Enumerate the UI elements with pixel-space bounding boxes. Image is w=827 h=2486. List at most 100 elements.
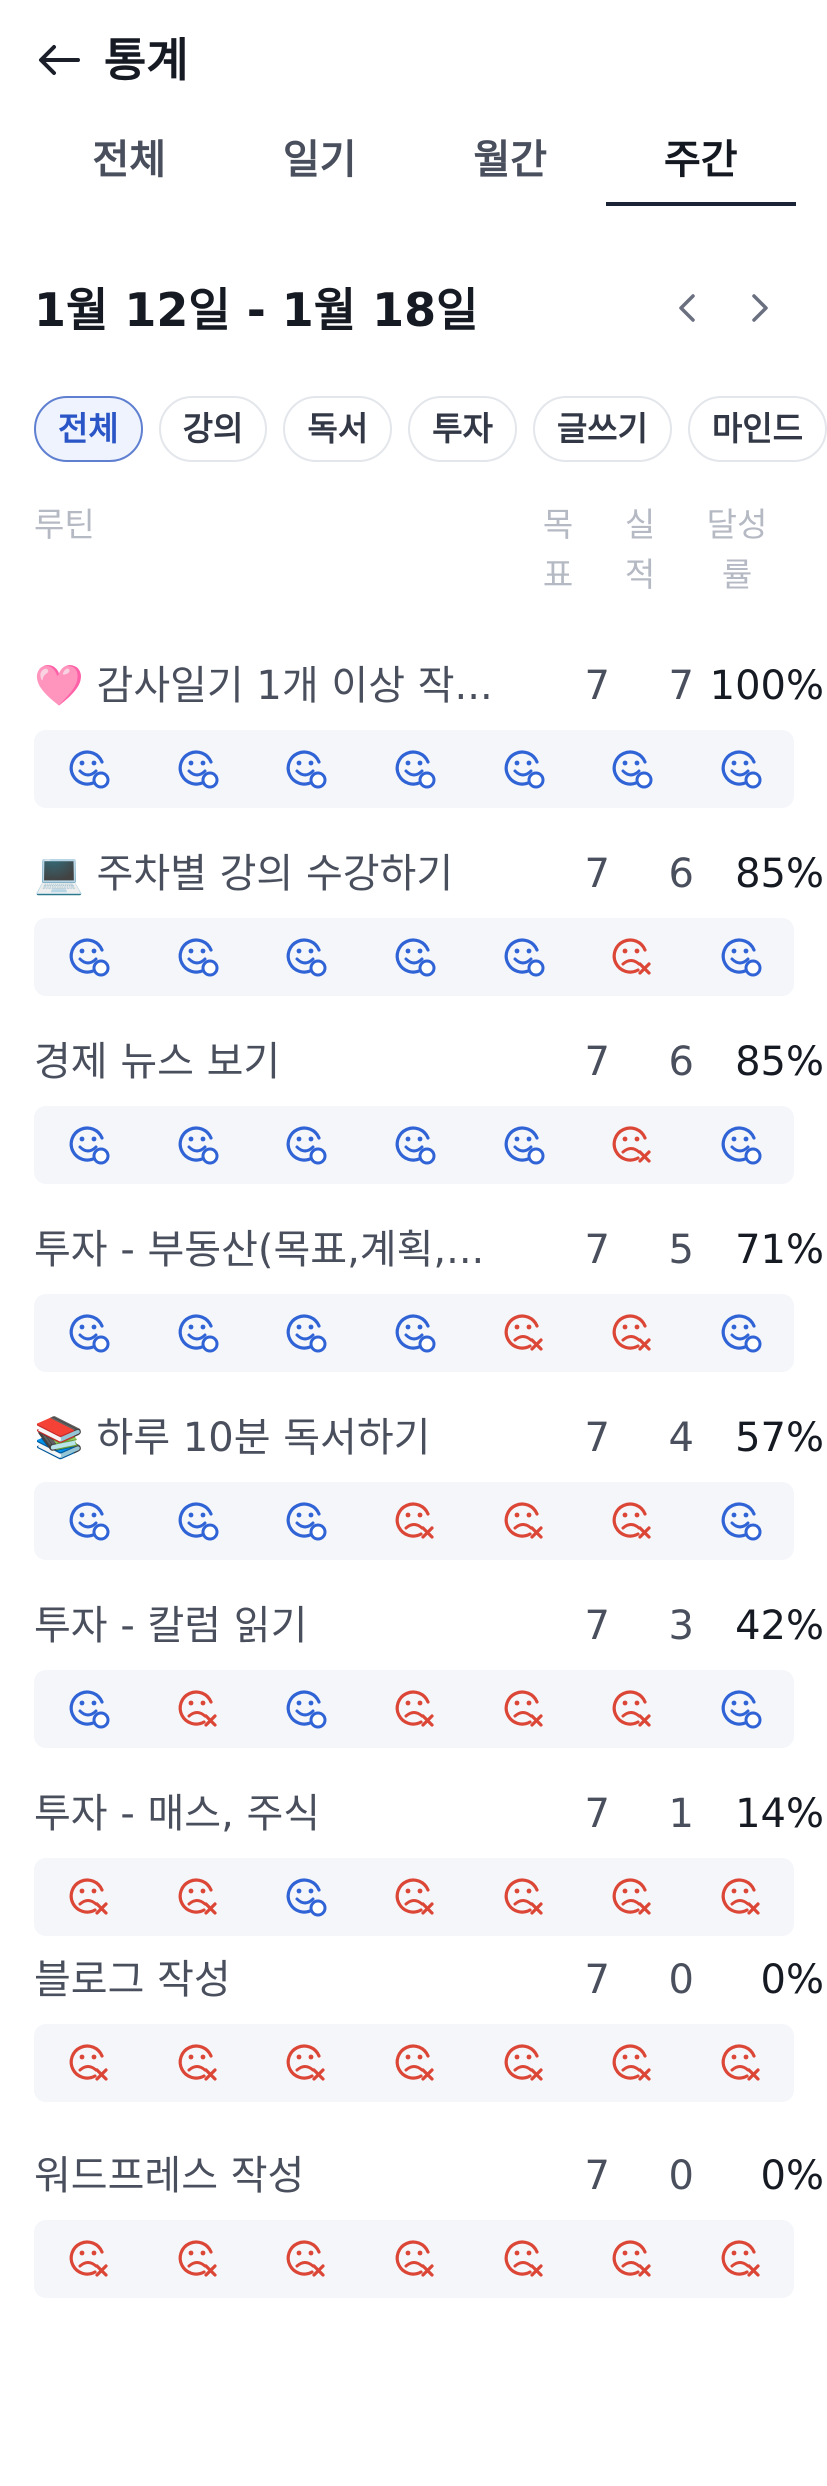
- smile-face-icon: [173, 1495, 221, 1547]
- smile-face-icon: [499, 931, 547, 983]
- sad-face-icon: [607, 931, 655, 983]
- routine-rate: 0%: [760, 1957, 824, 2003]
- routine-goal: 7: [584, 1227, 610, 1273]
- smile-face-icon: [173, 743, 221, 795]
- smile-face-icon: [716, 1683, 764, 1735]
- smile-face-icon: [64, 1495, 112, 1547]
- sad-face-icon: [607, 1683, 655, 1735]
- smile-face-icon: [64, 1119, 112, 1171]
- category-filter: 전체 강의 독서 투자 글쓰기 마인드: [34, 396, 827, 472]
- routine-goal: 7: [584, 1415, 610, 1461]
- routine-name: 투자 - 매스, 주식: [34, 1791, 321, 1837]
- column-header-goal: 목표: [542, 505, 574, 594]
- chevron-right-icon[interactable]: [735, 284, 783, 332]
- routine-row[interactable]: 워드프레스 작성 7 0 0%: [34, 2140, 824, 2320]
- routine-row[interactable]: 💻 주차별 강의 수강하기 7 6 85%: [34, 838, 824, 1018]
- routine-row[interactable]: 📚 하루 10분 독서하기 7 4 57%: [34, 1402, 824, 1582]
- smile-face-icon: [281, 1119, 329, 1171]
- routine-summary: 블로그 작성 7 0 0%: [34, 1944, 824, 2020]
- page-title: 통계: [104, 33, 189, 87]
- routine-done: 4: [668, 1415, 694, 1461]
- routine-goal: 7: [584, 1039, 610, 1085]
- chip-reading[interactable]: 독서: [283, 396, 393, 462]
- smile-face-icon: [716, 1495, 764, 1547]
- routine-rate: 42%: [735, 1603, 824, 1649]
- routine-done: 6: [668, 1039, 694, 1085]
- routine-summary: 투자 - 매스, 주식 7 1 14%: [34, 1778, 824, 1854]
- sad-face-icon: [390, 2037, 438, 2089]
- sad-face-icon: [716, 1871, 764, 1923]
- smile-face-icon: [716, 1119, 764, 1171]
- routine-rate: 0%: [760, 2153, 824, 2199]
- routine-summary: 투자 - 부동산(목표,계획,... 7 5 71%: [34, 1214, 824, 1290]
- sad-face-icon: [716, 2037, 764, 2089]
- chevron-left-icon[interactable]: [664, 284, 712, 332]
- sad-face-icon: [607, 1871, 655, 1923]
- sad-face-icon: [499, 2233, 547, 2285]
- sad-face-icon: [173, 1871, 221, 1923]
- tab-all[interactable]: 전체: [34, 128, 225, 206]
- routine-row[interactable]: 투자 - 매스, 주식 7 1 14%: [34, 1778, 824, 1958]
- routine-rate: 57%: [735, 1415, 824, 1461]
- date-range-label: 1월 12일 - 1월 18일: [34, 283, 479, 337]
- view-tabs: 전체 일기 월간 주간: [34, 128, 796, 206]
- routine-name: 워드프레스 작성: [34, 2153, 305, 2199]
- tab-diary[interactable]: 일기: [225, 128, 416, 206]
- day-status-strip: [34, 918, 794, 996]
- smile-face-icon: [281, 1495, 329, 1547]
- chip-invest[interactable]: 투자: [408, 396, 517, 462]
- routine-rate: 100%: [709, 663, 824, 709]
- chip-writing[interactable]: 글쓰기: [532, 396, 673, 462]
- chip-all[interactable]: 전체: [34, 396, 143, 462]
- routine-rate: 85%: [735, 851, 824, 897]
- routine-summary: 투자 - 칼럼 읽기 7 3 42%: [34, 1590, 824, 1666]
- column-header-routine: 루틴: [34, 505, 95, 544]
- smile-face-icon: [64, 1307, 112, 1359]
- sad-face-icon: [281, 2233, 329, 2285]
- sad-face-icon: [607, 1119, 655, 1171]
- routine-row[interactable]: 투자 - 부동산(목표,계획,... 7 5 71%: [34, 1214, 824, 1394]
- sad-face-icon: [499, 1683, 547, 1735]
- sad-face-icon: [607, 1307, 655, 1359]
- sad-face-icon: [390, 1683, 438, 1735]
- column-header-done: 실적: [624, 505, 656, 594]
- sad-face-icon: [173, 2037, 221, 2089]
- tab-monthly[interactable]: 월간: [415, 128, 606, 206]
- smile-face-icon: [281, 1871, 329, 1923]
- sad-face-icon: [281, 2037, 329, 2089]
- routine-summary: 워드프레스 작성 7 0 0%: [34, 2140, 824, 2216]
- sad-face-icon: [390, 1871, 438, 1923]
- sad-face-icon: [499, 1871, 547, 1923]
- routine-done: 6: [668, 851, 694, 897]
- tab-weekly[interactable]: 주간: [605, 128, 797, 206]
- routine-row[interactable]: 🩷 감사일기 1개 이상 작... 7 7 100%: [34, 650, 824, 830]
- routine-row[interactable]: 경제 뉴스 보기 7 6 85%: [34, 1026, 824, 1206]
- smile-face-icon: [281, 931, 329, 983]
- sad-face-icon: [173, 2233, 221, 2285]
- routine-done: 5: [668, 1227, 694, 1273]
- routine-name: 경제 뉴스 보기: [34, 1039, 281, 1085]
- routine-goal: 7: [584, 851, 610, 897]
- routine-goal: 7: [584, 663, 610, 709]
- smile-face-icon: [173, 1119, 221, 1171]
- sad-face-icon: [716, 2233, 764, 2285]
- day-status-strip: [34, 1106, 794, 1184]
- chip-mind[interactable]: 마인드: [688, 396, 827, 462]
- sad-face-icon: [607, 1495, 655, 1547]
- routine-name: 투자 - 칼럼 읽기: [34, 1603, 308, 1649]
- sad-face-icon: [64, 2233, 112, 2285]
- back-arrow-icon[interactable]: [34, 40, 82, 80]
- routine-summary: 🩷 감사일기 1개 이상 작... 7 7 100%: [34, 650, 824, 726]
- routine-summary: 경제 뉴스 보기 7 6 85%: [34, 1026, 824, 1102]
- routine-row[interactable]: 블로그 작성 7 0 0%: [34, 1944, 824, 2124]
- day-status-strip: [34, 2024, 794, 2102]
- routine-goal: 7: [584, 1791, 610, 1837]
- smile-face-icon: [281, 1683, 329, 1735]
- routine-name: 투자 - 부동산(목표,계획,...: [34, 1227, 485, 1273]
- smile-face-icon: [716, 1307, 764, 1359]
- sad-face-icon: [499, 1495, 547, 1547]
- routine-rate: 85%: [735, 1039, 824, 1085]
- smile-face-icon: [390, 743, 438, 795]
- chip-lecture[interactable]: 강의: [158, 396, 268, 462]
- routine-row[interactable]: 투자 - 칼럼 읽기 7 3 42%: [34, 1590, 824, 1770]
